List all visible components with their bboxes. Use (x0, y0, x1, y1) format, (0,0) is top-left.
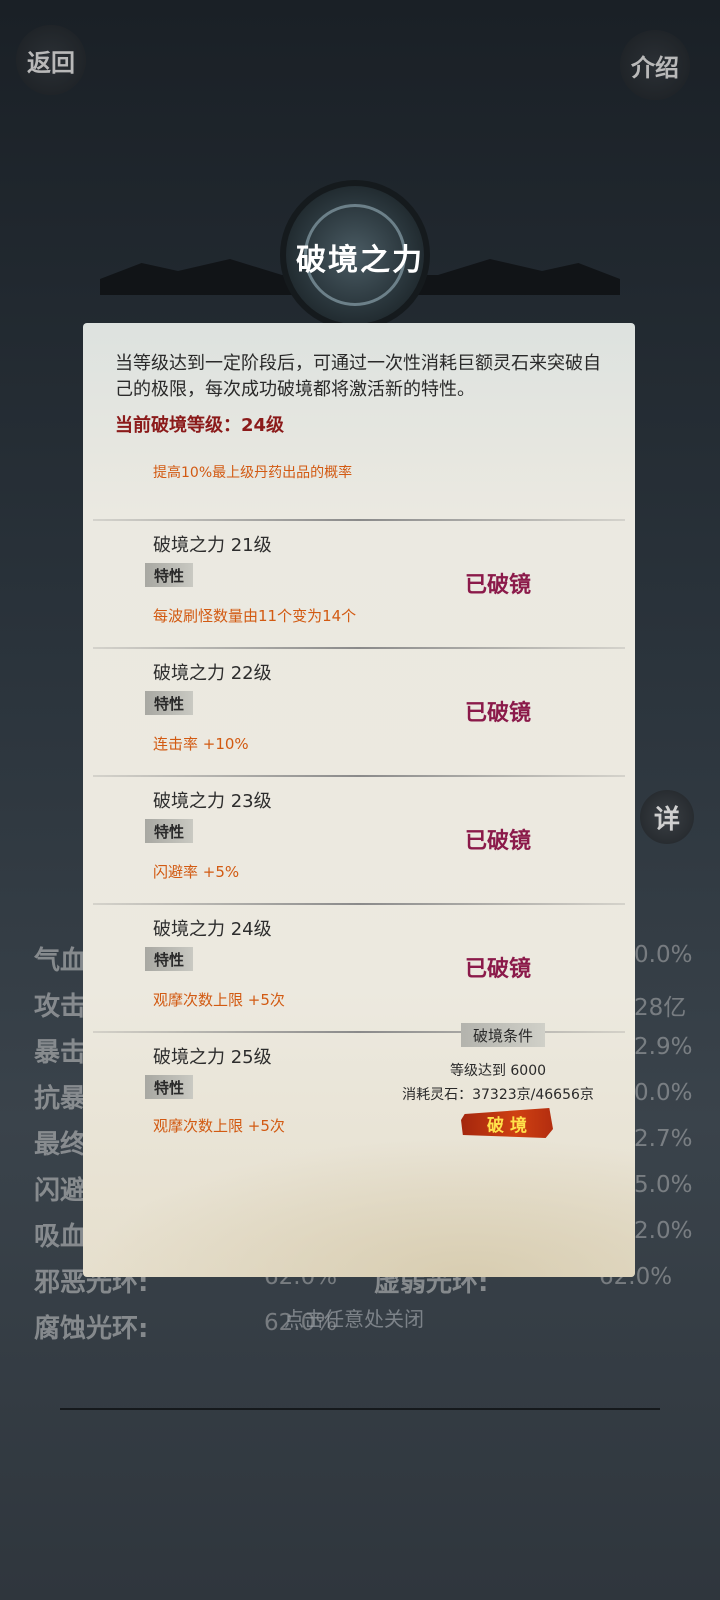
level-name-24: 破境之力 24级 (153, 919, 272, 940)
trait-tag: 特性 (145, 819, 193, 843)
stat-value-attack: 28亿 (634, 995, 687, 1021)
level-name-22: 破境之力 22级 (153, 663, 272, 684)
status-broken: 已破镜 (465, 573, 532, 598)
trait-desc-21: 每波刷怪数量由11个变为14个 (153, 607, 357, 625)
break-button[interactable]: 破 境 (461, 1108, 553, 1138)
level-name-21: 破境之力 21级 (153, 535, 272, 556)
condition-level: 等级达到 6000 (449, 1063, 547, 1079)
level-name-23: 破境之力 23级 (153, 791, 272, 812)
trait-tag: 特性 (145, 563, 193, 587)
stat-label-dodge: 闪避 (34, 1176, 87, 1206)
divider (93, 775, 625, 777)
stat-value-anticrit: 0.0% (634, 1080, 693, 1106)
status-broken: 已破镜 (465, 701, 532, 726)
stat-value-dodge: 5.0% (634, 1172, 693, 1198)
stat-value-crit: 2.9% (634, 1034, 693, 1060)
back-button[interactable]: 返回 (16, 25, 86, 95)
stat-label-anticrit: 抗暴 (34, 1084, 87, 1114)
divider (93, 647, 625, 649)
dialog-title: 破境之力 (296, 243, 424, 278)
stat-value-final: 2.7% (634, 1126, 693, 1152)
wave-decoration (83, 1137, 635, 1277)
stat-label-lifesteal: 吸血 (34, 1222, 87, 1252)
level-name-25: 破境之力 25级 (153, 1047, 272, 1068)
trait-desc-23: 闪避率 +5% (153, 863, 240, 881)
stat-label-corrosion-aura: 腐蚀光环: (34, 1314, 149, 1344)
condition-cost: 消耗灵石：37323京/46656京 (402, 1087, 594, 1103)
detail-button[interactable]: 详 (640, 790, 694, 844)
divider (93, 1031, 625, 1033)
condition-tag: 破境条件 (461, 1023, 545, 1047)
trait-tag: 特性 (145, 691, 193, 715)
stat-label-hp: 气血 (34, 946, 87, 976)
status-broken: 已破镜 (465, 957, 532, 982)
bottom-divider (60, 1408, 660, 1410)
stat-label-crit: 暴击 (34, 1038, 87, 1068)
previous-trait-desc: 提高10%最上级丹药出品的概率 (153, 465, 353, 481)
trait-desc-25: 观摩次数上限 +5次 (153, 1117, 285, 1135)
close-hint[interactable]: 点击任意处关闭 (284, 1303, 424, 1332)
breakthrough-panel: 当等级达到一定阶段后，可通过一次性消耗巨额灵石来突破自己的极限，每次成功破境都将… (83, 323, 635, 1277)
intro-button[interactable]: 介绍 (620, 30, 690, 100)
intro-text: 当等级达到一定阶段后，可通过一次性消耗巨额灵石来突破自己的极限，每次成功破境都将… (115, 353, 601, 400)
trait-desc-22: 连击率 +10% (153, 735, 249, 753)
status-broken: 已破镜 (465, 829, 532, 854)
trait-desc-24: 观摩次数上限 +5次 (153, 991, 285, 1009)
stat-label-final: 最终 (34, 1130, 87, 1160)
trait-tag: 特性 (145, 1075, 193, 1099)
divider (93, 519, 625, 521)
current-level: 当前破境等级：24级 (115, 415, 285, 436)
stat-value-hp: 0.0% (634, 942, 693, 968)
stat-label-attack: 攻击 (34, 992, 87, 1022)
stat-value-lifesteal: 2.0% (634, 1218, 693, 1244)
divider (93, 903, 625, 905)
trait-tag: 特性 (145, 947, 193, 971)
